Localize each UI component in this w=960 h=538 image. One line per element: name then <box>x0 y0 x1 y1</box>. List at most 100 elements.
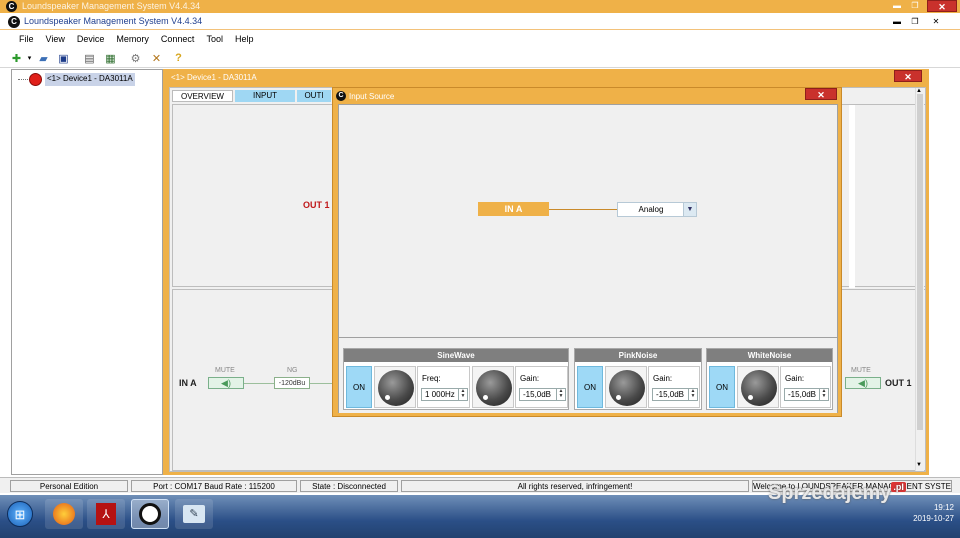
bg-close-icon[interactable]: ✕ <box>927 0 957 12</box>
device-close-icon[interactable]: ✕ <box>894 70 922 82</box>
speaker-icon: ◀) <box>221 377 231 388</box>
pink-gain-input[interactable]: -15,0dB ▲ ▼ <box>652 388 698 401</box>
status-edition: Personal Edition <box>10 480 128 492</box>
input-routing-area: IN A Analog ▼ <box>339 105 837 338</box>
tab-input[interactable]: INPUT <box>235 90 295 102</box>
output-mute-button[interactable]: ◀) <box>845 377 881 389</box>
spin-arrows-icon[interactable]: ▲ ▼ <box>556 389 565 400</box>
pinknoise-title: PinkNoise <box>575 349 701 362</box>
gear-icon[interactable]: ⚙ <box>128 51 143 65</box>
pinknoise-generator: PinkNoise ON Gain: -15,0dB ▲ ▼ <box>574 348 702 410</box>
new-dropdown-icon[interactable]: ▾ <box>22 51 37 65</box>
start-button[interactable]: ⊞ <box>2 499 38 529</box>
restore-icon[interactable]: ❐ <box>909 17 921 26</box>
help-icon[interactable]: ? <box>171 51 186 65</box>
pinknoise-on-button[interactable]: ON <box>577 366 603 408</box>
input-mute-button[interactable]: ◀) <box>208 377 244 389</box>
freq-param: Freq: 1 000Hz ▲ ▼ <box>417 366 470 408</box>
background-title-strip: C Loundspeaker Management System V4.4.34… <box>0 0 960 13</box>
out1-label: OUT 1 <box>303 200 330 210</box>
chip-icon[interactable]: ▦ <box>103 51 118 65</box>
menu-tool[interactable]: Tool <box>194 31 223 48</box>
spin-arrows-icon[interactable]: ▲ ▼ <box>458 389 467 400</box>
knob-indicator <box>483 395 488 400</box>
background-window-title: Loundspeaker Management System V4.4.34 <box>22 1 201 11</box>
scroll-thumb[interactable] <box>917 94 923 430</box>
chain-line <box>310 383 334 384</box>
lms-task[interactable] <box>131 499 169 529</box>
menu-connect[interactable]: Connect <box>149 31 195 48</box>
status-port: Port : COM17 Baud Rate : 115200 <box>131 480 297 492</box>
pink-gain-value: -15,0dB <box>656 390 685 399</box>
sine-gain-value: -15,0dB <box>523 390 552 399</box>
menu-help[interactable]: Help <box>223 31 254 48</box>
scroll-down-icon[interactable]: ▼ <box>916 462 922 468</box>
watermark-logo: Sprzedajemy .pl <box>768 482 906 505</box>
app-logo-icon: C <box>8 16 20 28</box>
pdf-icon: ⅄ <box>96 503 116 525</box>
source-select-value: Analog <box>638 205 664 214</box>
mute-label: MUTE <box>215 367 235 374</box>
app-logo-icon: C <box>6 1 17 12</box>
menu-file[interactable]: File <box>0 31 34 48</box>
sine-gain-knob[interactable] <box>476 370 512 406</box>
pink-gain-knob-cell <box>605 366 647 408</box>
menu-device[interactable]: Device <box>65 31 105 48</box>
generator-area: SineWave ON Freq: 1 000Hz ▲ ▼ Gain: -15,… <box>339 339 837 413</box>
tools-task[interactable]: ✎ <box>175 499 213 529</box>
bg-maximize-icon[interactable]: ❐ <box>909 1 921 10</box>
tree-item-device1[interactable]: <1> Device1 - DA3011A <box>45 73 135 86</box>
freq-value: 1 000Hz <box>425 390 455 399</box>
open-folder-icon[interactable]: ▰ <box>36 51 51 65</box>
white-gain-knob[interactable] <box>741 370 777 406</box>
noise-gate-value[interactable]: -120dBu <box>274 377 310 389</box>
pdf-task[interactable]: ⅄ <box>87 499 125 529</box>
sinewave-title: SineWave <box>344 349 568 362</box>
input-source-dialog: C Input Source ✕ IN A Analog ▼ SineWave … <box>332 87 842 417</box>
route-line <box>549 209 618 210</box>
tools-icon[interactable]: ✕ <box>149 51 164 65</box>
chevron-down-icon[interactable]: ▼ <box>683 203 696 216</box>
system-clock[interactable]: 19:12 2019-10-27 <box>884 502 954 524</box>
spin-arrows-icon[interactable]: ▲ ▼ <box>688 389 697 400</box>
status-state: State : Disconnected <box>300 480 398 492</box>
speaker-icon: ◀) <box>858 377 868 388</box>
watermark-text: Sprzedajemy <box>768 482 892 504</box>
pink-gain-knob[interactable] <box>609 370 645 406</box>
freq-knob-cell <box>374 366 416 408</box>
dialog-close-icon[interactable]: ✕ <box>805 88 837 100</box>
tools-app-icon: ✎ <box>183 505 205 523</box>
firefox-task[interactable] <box>45 499 83 529</box>
white-gain-knob-cell <box>737 366 779 408</box>
white-gain-param: Gain: -15,0dB ▲ ▼ <box>780 366 831 408</box>
whitenoise-on-button[interactable]: ON <box>709 366 735 408</box>
sine-gain-param: Gain: -15,0dB ▲ ▼ <box>515 366 568 408</box>
tab-output[interactable]: OUTI <box>297 90 331 102</box>
spin-arrows-icon[interactable]: ▲ ▼ <box>819 389 828 400</box>
toolbar: ✚ ▾ ▰ ▣ ▤ ▦ ⚙ ✕ ? <box>0 48 960 68</box>
chain-line <box>244 383 276 384</box>
menu-view[interactable]: View <box>34 31 65 48</box>
page-icon[interactable]: ▤ <box>82 51 97 65</box>
input-a-block: IN A <box>478 202 549 216</box>
menu-memory[interactable]: Memory <box>104 31 149 48</box>
close-icon[interactable]: ✕ <box>930 17 942 26</box>
freq-knob[interactable] <box>378 370 414 406</box>
device-tree: <1> Device1 - DA3011A <box>11 69 163 475</box>
sinewave-on-button[interactable]: ON <box>346 366 372 408</box>
sine-gain-knob-cell <box>472 366 514 408</box>
clock-date: 2019-10-27 <box>913 514 954 523</box>
save-icon[interactable]: ▣ <box>56 51 71 65</box>
input-source-select[interactable]: Analog ▼ <box>617 202 697 217</box>
watermark-tld: .pl <box>891 482 906 492</box>
minimize-icon[interactable]: ▬ <box>891 17 903 26</box>
vertical-scrollbar[interactable]: ▲ ▼ <box>915 88 924 471</box>
whitenoise-generator: WhiteNoise ON Gain: -15,0dB ▲ ▼ <box>706 348 833 410</box>
freq-input[interactable]: 1 000Hz ▲ ▼ <box>421 388 468 401</box>
output-mute-label: MUTE <box>851 367 871 374</box>
tab-overview[interactable]: OVERVIEW <box>172 90 233 102</box>
knob-indicator <box>385 395 390 400</box>
sine-gain-input[interactable]: -15,0dB ▲ ▼ <box>519 388 566 401</box>
white-gain-input[interactable]: -15,0dB ▲ ▼ <box>784 388 829 401</box>
bg-minimize-icon[interactable]: ▬ <box>891 1 903 10</box>
